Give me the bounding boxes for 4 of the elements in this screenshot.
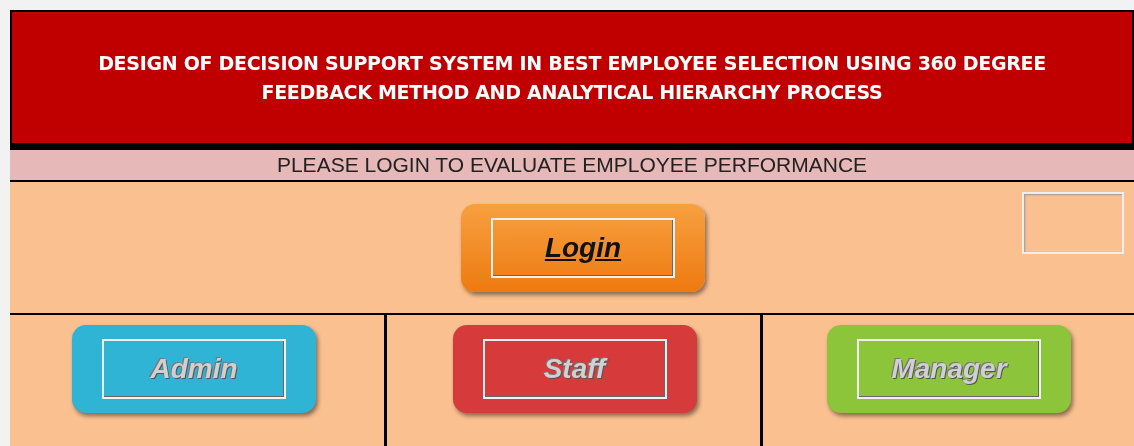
login-prompt: PLEASE LOGIN TO EVALUATE EMPLOYEE PERFORMANCE (276, 153, 868, 177)
empty-button[interactable] (1022, 192, 1124, 254)
app-title: DESIGN OF DECISION SUPPORT SYSTEM IN BEST EMPLOYEE SELECTION USING 360 DEGREE FEEDBACK METHOD AND ANALYTICAL HIERARCHY PROCESS (97, 51, 1047, 105)
login-button[interactable]: Login (461, 203, 705, 292)
